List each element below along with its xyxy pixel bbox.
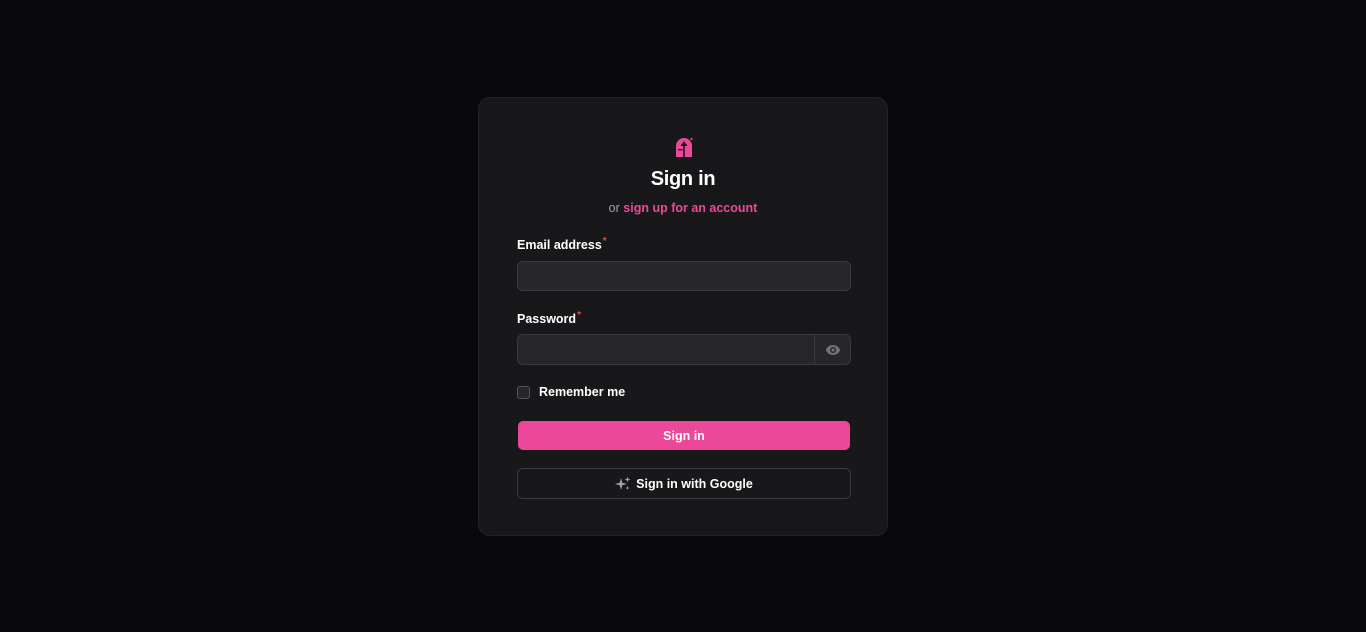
remember-me-label[interactable]: Remember me	[539, 385, 625, 399]
sign-in-button[interactable]: Sign in	[518, 421, 850, 450]
sparkles-icon	[615, 476, 631, 490]
email-label-text: Email address	[517, 238, 602, 252]
password-field-wrapper	[517, 334, 851, 365]
show-password-button[interactable]	[814, 335, 850, 364]
sign-in-card: Sign in or sign up for an account Email …	[478, 97, 888, 536]
email-field[interactable]	[517, 261, 851, 291]
remember-me-row: Remember me	[517, 385, 625, 399]
remember-me-checkbox[interactable]	[517, 385, 530, 399]
email-label: Email address*	[517, 236, 607, 252]
page-title: Sign in	[650, 168, 716, 190]
signup-link[interactable]: sign up for an account	[623, 201, 757, 215]
email-required-mark: *	[602, 236, 607, 247]
eye-icon	[825, 344, 840, 355]
password-label-text: Password	[517, 312, 577, 326]
password-label: Password*	[517, 310, 581, 326]
google-sign-in-button[interactable]: Sign in with Google	[517, 468, 851, 499]
subtitle-prefix: or	[608, 201, 620, 215]
password-field[interactable]	[518, 335, 814, 364]
google-sign-in-label: Sign in with Google	[636, 476, 753, 491]
password-required-mark: *	[577, 310, 581, 321]
pink-lock-icon	[676, 137, 693, 157]
subtitle: or sign up for an account	[479, 201, 887, 215]
